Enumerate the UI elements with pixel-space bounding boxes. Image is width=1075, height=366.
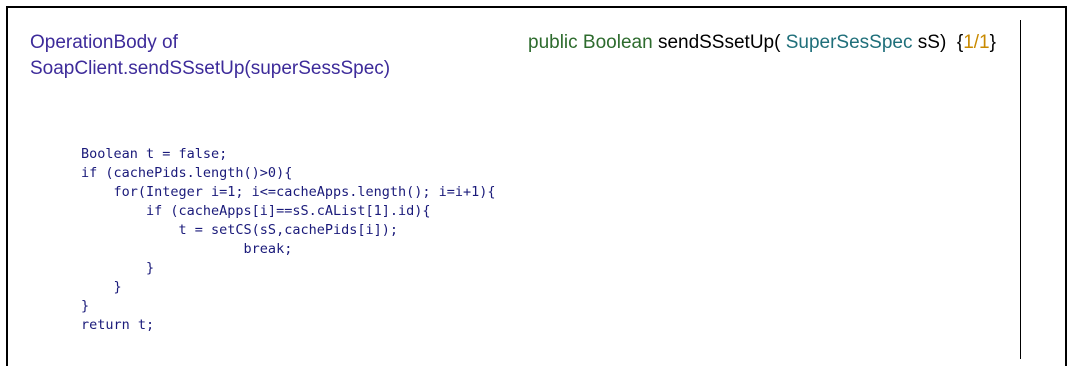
page-counter: 1/1 [963, 32, 990, 53]
code-line: break; [81, 241, 293, 257]
signature-param-name: sS) [917, 32, 947, 53]
lifeline-divider [1020, 20, 1021, 359]
code-body: Boolean t = false; if (cachePids.length()… [81, 145, 496, 335]
code-line: } [81, 298, 90, 314]
code-line: if (cacheApps[i]==sS.cAList[1].id){ [81, 203, 431, 219]
method-signature: public Boolean sendSSsetUp( SuperSesSpec… [528, 30, 996, 56]
operation-title-line-1: OperationBody of [30, 32, 178, 53]
signature-param-type: SuperSesSpec [785, 32, 913, 53]
code-line: if (cachePids.length()>0){ [81, 165, 293, 181]
code-line: for(Integer i=1; i<=cacheApps.length(); … [81, 184, 496, 200]
code-line: return t; [81, 317, 155, 333]
code-line: Boolean t = false; [81, 146, 228, 162]
signature-close-brace: } [989, 32, 996, 53]
signature-method: sendSSsetUp( [657, 32, 781, 53]
code-line: } [81, 279, 122, 295]
code-line: } [81, 260, 155, 276]
operation-title: OperationBody of SoapClient.sendSSsetUp(… [30, 30, 390, 82]
operation-title-line-2: SoapClient.sendSSsetUp(superSessSpec) [30, 58, 391, 79]
signature-keyword: public Boolean [528, 32, 653, 53]
code-line: t = setCS(sS,cachePids[i]); [81, 222, 398, 238]
